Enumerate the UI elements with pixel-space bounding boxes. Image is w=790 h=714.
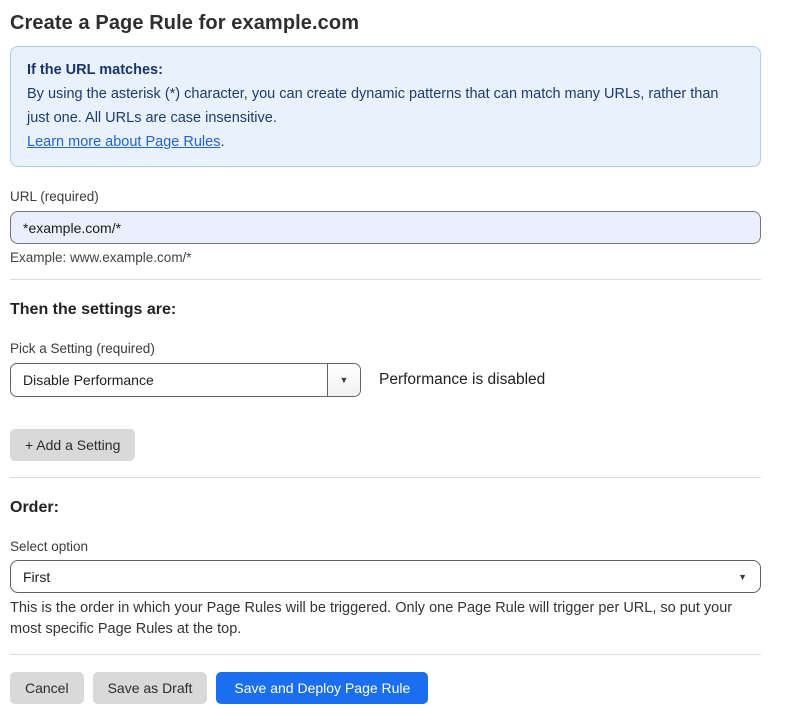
setting-dropdown-value: Disable Performance <box>11 364 327 396</box>
order-select[interactable]: First ▼ <box>10 560 761 593</box>
setting-dropdown[interactable]: Disable Performance ▼ <box>10 363 361 397</box>
info-box-body: By using the asterisk (*) character, you… <box>27 82 744 130</box>
url-match-info-box: If the URL matches: By using the asteris… <box>10 46 761 167</box>
page-title: Create a Page Rule for example.com <box>10 12 761 35</box>
settings-section-heading: Then the settings are: <box>10 301 761 319</box>
setting-status-text: Performance is disabled <box>379 371 545 389</box>
order-section-heading: Order: <box>10 499 761 517</box>
order-helper-text: This is the order in which your Page Rul… <box>10 598 755 640</box>
setting-row: Disable Performance ▼ Performance is dis… <box>10 363 761 397</box>
learn-more-link[interactable]: Learn more about Page Rules <box>27 134 220 150</box>
add-setting-button[interactable]: + Add a Setting <box>10 429 135 461</box>
chevron-down-icon: ▼ <box>738 572 747 582</box>
save-as-draft-button[interactable]: Save as Draft <box>93 672 208 704</box>
order-select-value: First <box>23 569 50 585</box>
create-page-rule-panel: Create a Page Rule for example.com If th… <box>0 0 790 714</box>
info-box-heading: If the URL matches: <box>27 58 744 82</box>
cancel-button[interactable]: Cancel <box>10 672 84 704</box>
order-select-label: Select option <box>10 539 761 554</box>
divider <box>10 477 761 478</box>
link-suffix: . <box>220 134 224 150</box>
divider <box>10 279 761 280</box>
info-box-link-line: Learn more about Page Rules. <box>27 130 744 154</box>
pick-setting-label: Pick a Setting (required) <box>10 341 761 356</box>
divider <box>10 654 761 655</box>
chevron-down-icon[interactable]: ▼ <box>327 364 360 396</box>
footer-actions: Cancel Save as Draft Save and Deploy Pag… <box>10 672 761 704</box>
url-example-helper: Example: www.example.com/* <box>10 250 761 265</box>
url-field-label: URL (required) <box>10 189 761 204</box>
save-and-deploy-button[interactable]: Save and Deploy Page Rule <box>216 672 428 704</box>
url-input[interactable] <box>10 211 761 244</box>
